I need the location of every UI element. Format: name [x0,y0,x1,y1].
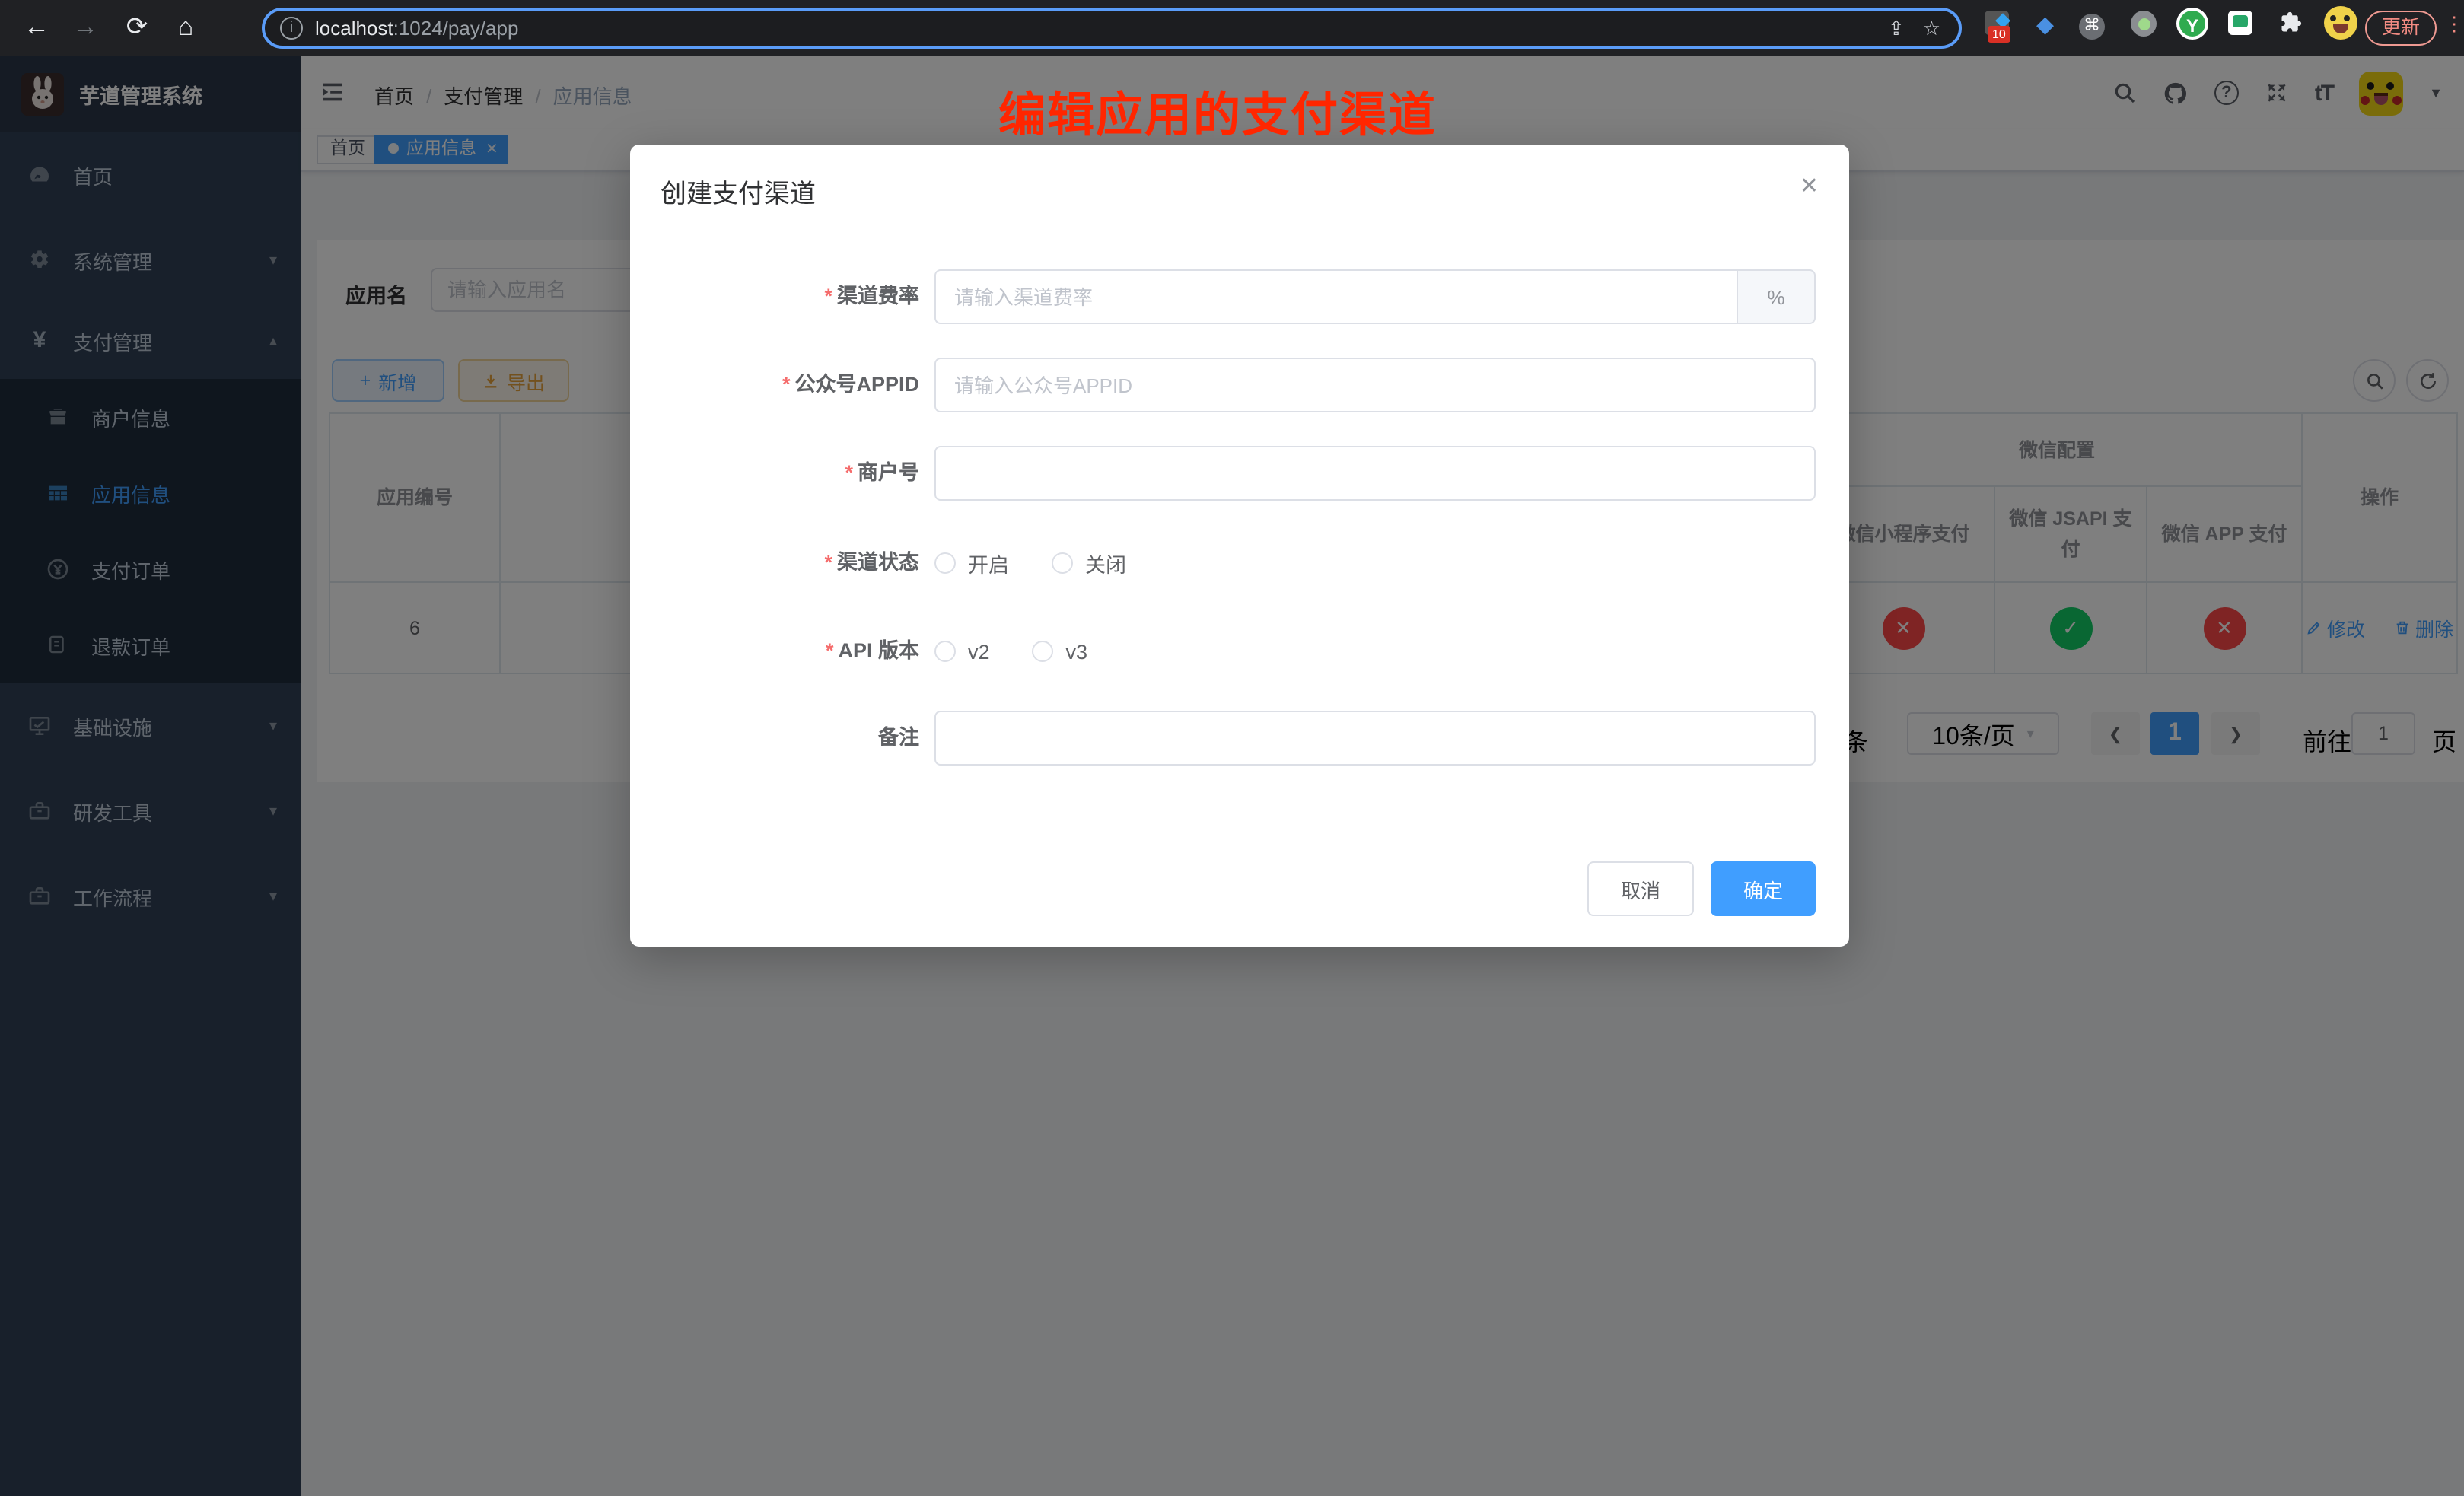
radio-circle-icon [934,552,956,574]
radio-circle-icon [1033,641,1054,662]
annotation-text: 编辑应用的支付渠道 [998,76,1437,145]
browser-update-button[interactable]: 更新 [2365,11,2437,46]
field-label: 公众号APPID [794,373,919,396]
field-label: 渠道费率 [837,285,919,307]
extension-kite-icon[interactable]: ◆ [2036,11,2054,38]
dialog-title: 创建支付渠道 [661,172,816,210]
browser-reload-icon[interactable]: ⟳ [122,12,152,43]
field-label: API 版本 [838,639,919,662]
form-row-channel-status: *渠道状态 开启 关闭 [630,536,1849,590]
browser-back-icon[interactable]: ← [21,12,52,43]
form-row-merchant-id: *商户号 [630,446,1849,501]
field-label: 商户号 [858,461,919,484]
browser-forward-icon[interactable]: → [70,12,100,43]
extension-command-icon[interactable]: ⌘ [2079,11,2105,40]
create-channel-dialog: 创建支付渠道 ✕ *渠道费率 % *公众号APPID *商户号 [630,145,1849,947]
fee-rate-input[interactable] [934,269,1737,324]
appid-input[interactable] [934,358,1816,412]
form-row-remark: 备注 [630,711,1849,766]
extensions-puzzle-icon[interactable] [2280,11,2303,33]
form-row-fee-rate: *渠道费率 % [630,269,1849,324]
site-info-icon[interactable]: i [280,17,303,40]
address-bar[interactable]: i localhost:1024/pay/app ⇪ ☆ [262,8,1962,49]
url-path: :1024/pay/app [393,17,519,40]
extension-badge: 10 [1988,26,2010,43]
remark-input[interactable] [934,711,1816,766]
bookmark-star-icon[interactable]: ☆ [1923,16,1940,40]
dialog-close-icon[interactable]: ✕ [1800,172,1819,199]
cancel-button[interactable]: 取消 [1587,861,1694,916]
form-row-api-version: *API 版本 v2 v3 [630,624,1849,679]
radio-status-open[interactable]: 开启 [934,548,1009,578]
browser-chrome: ← → ⟳ ⌂ i localhost:1024/pay/app ⇪ ☆ ◆ 1… [0,0,2464,56]
browser-home-icon[interactable]: ⌂ [170,12,201,43]
radio-status-closed[interactable]: 关闭 [1052,548,1126,578]
browser-menu-icon[interactable]: ⋮ [2444,12,2464,37]
extension-y-icon[interactable]: Y [2176,8,2208,40]
radio-api-v2[interactable]: v2 [934,640,990,663]
extension-chat-icon[interactable] [2228,11,2252,40]
url-host: localhost [315,17,393,40]
field-label: 备注 [878,726,919,749]
form-row-appid: *公众号APPID [630,358,1849,412]
profile-avatar[interactable] [2324,6,2357,44]
merchant-id-input[interactable] [934,446,1816,501]
radio-circle-icon [1052,552,1073,574]
radio-api-v3[interactable]: v3 [1033,640,1088,663]
extension-dot-icon[interactable] [2131,11,2157,41]
field-label: 渠道状态 [837,551,919,574]
confirm-button[interactable]: 确定 [1711,861,1816,916]
share-icon[interactable]: ⇪ [1888,16,1905,40]
radio-circle-icon [934,641,956,662]
percent-append: % [1737,269,1816,324]
